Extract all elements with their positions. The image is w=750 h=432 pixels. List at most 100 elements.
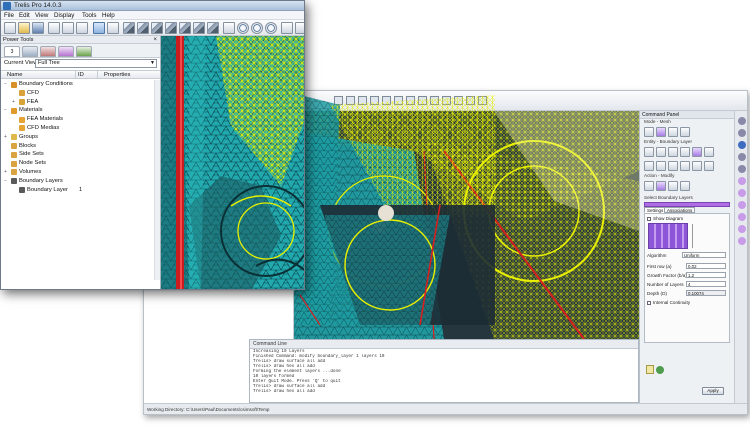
tool-icon[interactable] [738, 189, 746, 197]
cube-surface-icon[interactable] [151, 22, 163, 34]
tab-geometry[interactable] [22, 46, 38, 57]
tab-mesh-quality[interactable] [40, 46, 56, 57]
tool-icon[interactable] [738, 153, 746, 161]
tool-icon[interactable] [738, 201, 746, 209]
refresh-icon[interactable] [656, 366, 664, 374]
cut-icon[interactable] [76, 22, 88, 34]
zoom-out-icon[interactable] [265, 22, 277, 34]
expand-icon[interactable]: + [4, 168, 7, 177]
number-of-layers-input[interactable]: 4 [686, 281, 726, 287]
tree-item[interactable]: + Volumes [1, 168, 160, 177]
undo-icon[interactable] [48, 22, 60, 34]
tab-model-tree[interactable]: 3 [4, 46, 20, 57]
tree-item[interactable]: Boundary Layer 1 [1, 186, 160, 195]
cube-group-icon[interactable] [179, 22, 191, 34]
menu-tools[interactable]: Tools [82, 11, 96, 20]
menu-display[interactable]: Display [54, 11, 74, 20]
tree-item[interactable]: − Boundary Layers [1, 177, 160, 186]
tree-item[interactable]: Side Sets [1, 150, 160, 159]
zoom-in-icon[interactable] [251, 22, 263, 34]
current-view-select[interactable]: Full Tree ▼ [35, 59, 157, 68]
expand-icon[interactable]: + [12, 98, 15, 107]
bc-mode-icon[interactable] [668, 127, 678, 137]
menu-edit[interactable]: Edit [19, 11, 30, 20]
tool-icon[interactable] [738, 225, 746, 233]
mesh-mode-icon[interactable] [656, 127, 666, 137]
depth-input[interactable]: 0.10074 [686, 290, 726, 296]
tool-icon[interactable] [738, 165, 746, 173]
select-arrow-icon[interactable] [93, 22, 105, 34]
tree-item[interactable]: + Groups [1, 133, 160, 142]
growth-factor-input[interactable]: 1.2 [686, 272, 726, 278]
tab-tools[interactable] [76, 46, 92, 57]
geometry-mode-icon[interactable] [644, 127, 654, 137]
element-icon[interactable] [680, 161, 690, 171]
quality-icon[interactable] [692, 161, 702, 171]
algorithm-select[interactable]: Uniform [682, 252, 726, 258]
new-file-icon[interactable] [4, 22, 16, 34]
internal-continuity-checkbox[interactable] [647, 301, 651, 305]
command-line-panel[interactable]: Command Line Increasing 10 Layers Finish… [249, 339, 639, 403]
menu-help[interactable]: Help [102, 11, 115, 20]
volume-icon[interactable] [680, 147, 690, 157]
tree-item[interactable]: FEA Materials [1, 115, 160, 124]
rotate-view-icon[interactable] [281, 22, 293, 34]
tab-boundary-layers[interactable] [58, 46, 74, 57]
sweep-icon[interactable] [704, 147, 714, 157]
tree-item[interactable]: + FEA [1, 98, 160, 107]
column-divider[interactable] [75, 71, 76, 79]
tool-icon[interactable] [738, 177, 746, 185]
surface-icon[interactable] [668, 147, 678, 157]
zoom-box-icon[interactable] [223, 22, 235, 34]
cube-curve-icon[interactable] [137, 22, 149, 34]
smooth-icon[interactable] [704, 161, 714, 171]
curve-icon[interactable] [656, 147, 666, 157]
redo-icon[interactable] [62, 22, 74, 34]
edge-icon[interactable] [656, 161, 666, 171]
show-diagram-checkbox[interactable] [647, 217, 651, 221]
face-icon[interactable] [668, 161, 678, 171]
menu-view[interactable]: View [35, 11, 48, 20]
first-row-input[interactable]: 0.02 [686, 263, 726, 269]
modify-icon[interactable] [656, 181, 666, 191]
create-icon[interactable] [644, 181, 654, 191]
boundary-layer-icon[interactable] [692, 147, 702, 157]
menu-file[interactable]: File [4, 11, 14, 20]
tree-item[interactable]: CFD [1, 89, 160, 98]
tree-item[interactable]: − Boundary Conditions [1, 80, 160, 89]
cube-body-icon[interactable] [193, 22, 205, 34]
tool-icon[interactable] [738, 237, 746, 245]
collapse-icon[interactable]: − [4, 177, 7, 186]
close-icon[interactable]: × [153, 36, 157, 44]
tree-item[interactable]: CFD Medias [1, 124, 160, 133]
analysis-mode-icon[interactable] [680, 127, 690, 137]
vertex-icon[interactable] [644, 147, 654, 157]
tree-scrollbar[interactable] [154, 80, 160, 280]
delete-icon[interactable] [668, 181, 678, 191]
node-icon[interactable] [644, 161, 654, 171]
tree-item[interactable]: Blocks [1, 142, 160, 151]
cube-mesh-icon[interactable] [207, 22, 219, 34]
tree-item[interactable]: − Materials [1, 106, 160, 115]
tool-icon[interactable] [738, 129, 746, 137]
cube-vertex-icon[interactable] [123, 22, 135, 34]
column-id[interactable]: ID [78, 71, 84, 79]
open-folder-icon[interactable] [18, 22, 30, 34]
tool-icon[interactable] [738, 141, 746, 149]
zoom-fit-icon[interactable] [237, 22, 249, 34]
column-properties[interactable]: Properties [104, 71, 130, 79]
tree-item[interactable]: Node Sets [1, 159, 160, 168]
column-divider[interactable] [97, 71, 98, 79]
save-icon[interactable] [32, 22, 44, 34]
expand-icon[interactable]: + [4, 133, 7, 142]
tool-icon[interactable] [738, 213, 746, 221]
column-name[interactable]: Name [7, 71, 22, 79]
info-icon[interactable] [680, 181, 690, 191]
help-icon[interactable] [646, 365, 654, 374]
select-cursor-icon[interactable] [107, 22, 119, 34]
graphics-viewport[interactable] [161, 36, 304, 289]
cube-volume-icon[interactable] [165, 22, 177, 34]
collapse-icon[interactable]: − [4, 80, 7, 89]
apply-button[interactable]: Apply [702, 387, 724, 395]
collapse-icon[interactable]: − [4, 106, 7, 115]
